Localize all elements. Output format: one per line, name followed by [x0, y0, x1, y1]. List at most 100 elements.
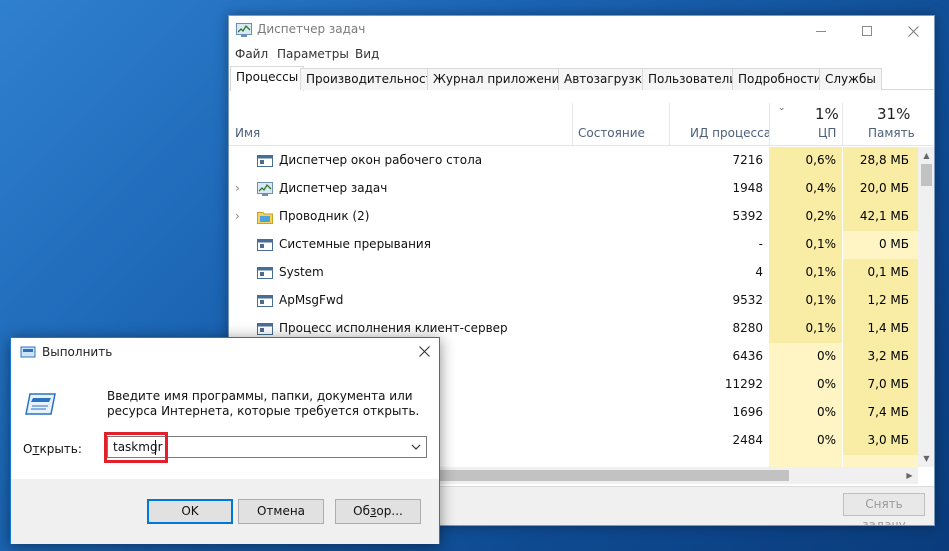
chevron-down-icon[interactable] [408, 437, 424, 457]
process-memory: 20,0 МБ [859, 181, 909, 195]
scroll-right-icon[interactable]: ▶ [901, 467, 918, 484]
open-label: Открыть: [23, 442, 82, 456]
maximize-icon [862, 26, 872, 36]
process-cpu: 0,1% [805, 265, 837, 279]
run-close-button[interactable] [409, 338, 439, 367]
process-cpu: 0,4% [805, 181, 837, 195]
expand-chevron-icon[interactable]: › [235, 209, 240, 223]
process-memory: 1,4 МБ [867, 321, 909, 335]
column-memory[interactable]: Память [868, 126, 915, 140]
process-memory: 3,0 МБ [867, 433, 909, 447]
column-header: Имя Состояние ИД процесса ⌄ 1% ЦП 31% Па… [229, 91, 934, 146]
column-divider [669, 103, 670, 146]
tab-processes[interactable]: Процессы [230, 66, 305, 91]
folder-icon [257, 210, 273, 224]
column-cpu[interactable]: ЦП [818, 126, 836, 140]
tab-details[interactable]: Подробности [732, 68, 828, 90]
menu-view[interactable]: Вид [355, 47, 379, 61]
process-cpu: 0,6% [805, 153, 837, 167]
ok-button[interactable]: OK [147, 499, 233, 524]
horizontal-scroll-thumb[interactable] [434, 470, 789, 481]
table-row[interactable]: ApMsgFwd 9532 0,1% 1,2 МБ [229, 287, 918, 315]
task-manager-icon [257, 182, 273, 196]
end-task-button[interactable]: Снять задачу [843, 493, 925, 525]
tab-strip: Процессы Производительность Журнал прило… [229, 66, 934, 91]
process-name: System [279, 265, 324, 279]
process-memory: 0,1 МБ [867, 265, 909, 279]
process-cpu: 0,1% [805, 293, 837, 307]
process-cpu: 0,1% [805, 321, 837, 335]
process-name: Проводник (2) [279, 209, 370, 223]
process-memory: 7,4 МБ [867, 405, 909, 419]
table-row[interactable]: › Диспетчер задач 1948 0,4% 20,0 МБ [229, 175, 918, 203]
window-title: Диспетчер задач [257, 22, 366, 36]
maximize-button[interactable] [844, 16, 890, 46]
process-name: Процесс исполнения клиент-сервер [279, 321, 508, 335]
vertical-scroll-thumb[interactable] [921, 164, 932, 186]
process-pid: - [758, 237, 763, 251]
task-manager-titlebar[interactable]: Диспетчер задач [229, 16, 934, 46]
browse-button[interactable]: Обзор... [335, 499, 421, 524]
process-name: ApMsgFwd [279, 293, 344, 307]
close-icon [418, 346, 430, 357]
column-divider [842, 103, 843, 146]
process-memory: 7,0 МБ [867, 377, 909, 391]
app-window-icon [257, 238, 273, 252]
app-window-icon [257, 322, 273, 336]
task-manager-icon [236, 23, 252, 37]
run-footer: OK Отмена Обзор... [11, 479, 439, 544]
cancel-button[interactable]: Отмена [238, 499, 324, 524]
column-pid[interactable]: ИД процесса [690, 126, 771, 140]
app-window-icon [257, 154, 273, 168]
process-pid: 9532 [732, 293, 763, 307]
scroll-down-icon[interactable]: ▼ [918, 450, 934, 467]
close-icon [907, 25, 919, 37]
process-pid: 1948 [732, 181, 763, 195]
table-row[interactable]: Системные прерывания - 0,1% 0 МБ [229, 231, 918, 259]
process-memory: 3,2 МБ [867, 349, 909, 363]
menu-options[interactable]: Параметры [277, 47, 349, 61]
column-status[interactable]: Состояние [578, 126, 645, 140]
app-window-icon [257, 294, 273, 308]
menu-file[interactable]: Файл [235, 47, 268, 61]
process-cpu: 0,2% [805, 209, 837, 223]
tab-performance[interactable]: Производительность [300, 68, 446, 90]
process-memory: 28,8 МБ [859, 153, 909, 167]
minimize-button[interactable] [798, 16, 844, 46]
run-description: Введите имя программы, папки, документа … [107, 389, 420, 418]
tab-services[interactable]: Службы [819, 68, 882, 90]
menu-bar: Файл Параметры Вид [229, 46, 934, 66]
process-pid: 4 [755, 265, 763, 279]
process-memory: 42,1 МБ [859, 209, 909, 223]
run-program-icon [24, 392, 56, 418]
table-row[interactable]: › Проводник (2) 5392 0,2% 42,1 МБ [229, 203, 918, 231]
annotation-highlight-box [104, 432, 168, 463]
vertical-scrollbar[interactable]: ▲ ▼ [918, 147, 934, 467]
tab-app-history[interactable]: Журнал приложений [427, 68, 574, 90]
process-pid: 7216 [732, 153, 763, 167]
table-row[interactable]: System 4 0,1% 0,1 МБ [229, 259, 918, 287]
process-name: Диспетчер окон рабочего стола [279, 153, 483, 167]
expand-chevron-icon[interactable]: › [235, 181, 240, 195]
cpu-total: 1% [815, 105, 839, 123]
process-pid: 5392 [732, 209, 763, 223]
memory-total: 31% [877, 105, 911, 123]
process-pid: 6436 [732, 349, 763, 363]
run-body: Введите имя программы, папки, документа … [11, 367, 439, 479]
run-titlebar[interactable]: Выполнить [11, 338, 439, 367]
process-memory: 1,2 МБ [867, 293, 909, 307]
run-dialog: Выполнить Введите имя программы, папки, … [10, 337, 440, 544]
column-divider [572, 103, 573, 146]
tab-users[interactable]: Пользователи [642, 68, 744, 90]
column-name[interactable]: Имя [235, 126, 260, 140]
table-row[interactable]: Диспетчер окон рабочего стола 7216 0,6% 28,… [229, 147, 918, 175]
run-title: Выполнить [42, 345, 113, 359]
process-cpu: 0% [816, 433, 836, 447]
process-pid: 2484 [732, 433, 763, 447]
process-pid: 11292 [724, 377, 763, 391]
run-app-icon [20, 346, 36, 358]
close-button[interactable] [890, 16, 934, 46]
scroll-up-icon[interactable]: ▲ [918, 147, 934, 164]
process-pid: 1696 [732, 405, 763, 419]
tab-startup[interactable]: Автозагрузка [558, 68, 656, 90]
